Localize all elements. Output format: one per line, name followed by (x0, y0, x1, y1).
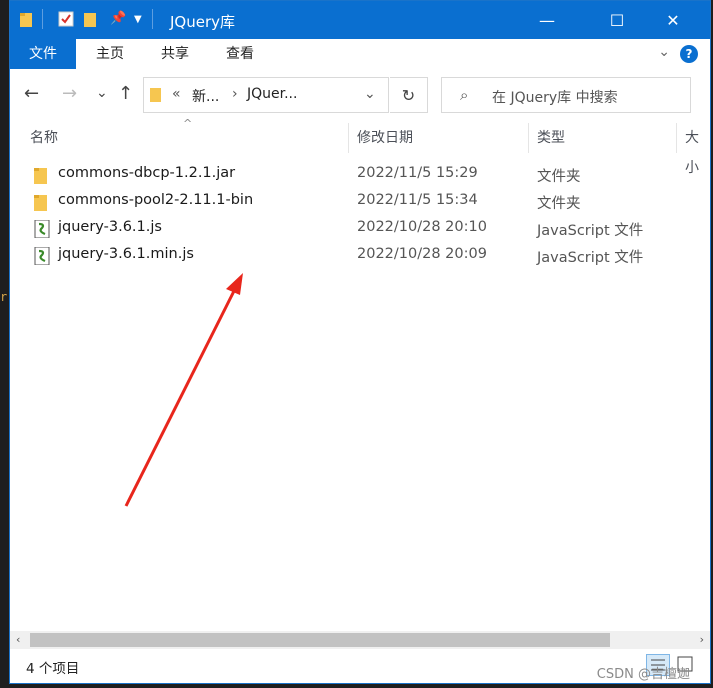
window-title: JQuery库 (170, 13, 236, 31)
file-date: 2022/10/28 20:10 (357, 219, 487, 235)
toolbar-separator (152, 9, 153, 29)
tab-file[interactable]: 文件 (10, 39, 76, 69)
item-count: 4 个项目 (26, 661, 80, 677)
file-type: JavaScript 文件 (537, 250, 644, 266)
breadcrumb-separator-chevron-icon: › (232, 86, 238, 102)
search-icon: ⌕ (460, 86, 469, 104)
column-header-type[interactable]: 类型 (537, 123, 565, 153)
file-type: JavaScript 文件 (537, 223, 644, 239)
navigation-bar: ← → ⌄ ↑ « 新... › JQuer... ⌄ ↻ ⌕ 在 JQuery… (10, 69, 710, 123)
recent-locations-button[interactable]: ⌄ (96, 85, 108, 101)
tab-view[interactable]: 查看 (212, 39, 268, 69)
forward-button[interactable]: → (62, 83, 77, 104)
file-row[interactable]: commons-dbcp-1.2.1.jar 2022/11/5 15:29 文… (10, 162, 710, 189)
folder-icon (150, 86, 162, 106)
explorer-window: 📌 ▼ JQuery库 — ☐ ✕ 文件 主页 共享 查看 ⌄ ? ← → ⌄ … (9, 0, 711, 684)
file-type: 文件夹 (537, 196, 581, 212)
scroll-left-arrow-icon[interactable]: ‹ (16, 631, 20, 649)
close-button[interactable]: ✕ (650, 1, 696, 39)
file-row[interactable]: jquery-3.6.1.js 2022/10/28 20:10 JavaScr… (10, 216, 710, 243)
file-name: commons-pool2-2.11.1-bin (58, 192, 254, 208)
address-dropdown-button[interactable]: ⌄ (364, 86, 376, 102)
sort-ascending-icon: ^ (183, 117, 193, 130)
file-name: jquery-3.6.1.min.js (58, 246, 194, 262)
minimize-button[interactable]: — (524, 1, 570, 39)
arrow-shaft (124, 290, 236, 507)
ribbon-tabs: 文件 主页 共享 查看 ⌄ ? (10, 39, 710, 70)
breadcrumb-overflow[interactable]: « (172, 86, 181, 102)
up-button[interactable]: ↑ (118, 83, 133, 104)
search-placeholder: 在 JQuery库 中搜索 (492, 90, 618, 106)
horizontal-scrollbar[interactable]: ‹ › (10, 631, 710, 649)
file-date: 2022/10/28 20:09 (357, 246, 487, 262)
file-row[interactable]: commons-pool2-2.11.1-bin 2022/11/5 15:34… (10, 189, 710, 216)
new-folder-icon[interactable] (84, 11, 98, 31)
file-type: 文件夹 (537, 169, 581, 185)
file-name: jquery-3.6.1.js (58, 219, 162, 235)
toolbar-separator (42, 9, 43, 29)
file-name: commons-dbcp-1.2.1.jar (58, 165, 236, 181)
script-file-icon (34, 246, 50, 269)
folder-icon (20, 11, 34, 31)
title-bar[interactable]: 📌 ▼ JQuery库 — ☐ ✕ (10, 1, 710, 39)
column-divider[interactable] (348, 123, 349, 153)
column-divider[interactable] (528, 123, 529, 153)
maximize-button[interactable]: ☐ (594, 1, 640, 39)
customize-toolbar-chevron-icon[interactable]: ▼ (134, 14, 142, 25)
background-editor-text: r (0, 290, 8, 304)
back-button[interactable]: ← (24, 83, 39, 104)
refresh-button[interactable]: ↻ (390, 77, 428, 113)
properties-icon[interactable] (58, 11, 74, 31)
folder-icon (34, 193, 48, 215)
column-divider[interactable] (676, 123, 677, 153)
scroll-right-arrow-icon[interactable]: › (700, 631, 704, 649)
expand-ribbon-chevron-icon[interactable]: ⌄ (658, 44, 670, 60)
search-box[interactable]: ⌕ 在 JQuery库 中搜索 (441, 77, 691, 113)
pin-icon[interactable]: 📌 (110, 11, 126, 26)
breadcrumb-item[interactable]: 新... (192, 86, 219, 106)
help-button[interactable]: ? (680, 45, 698, 63)
address-bar[interactable]: « 新... › JQuer... ⌄ (143, 77, 389, 113)
file-date: 2022/11/5 15:29 (357, 165, 478, 181)
tab-share[interactable]: 共享 (147, 39, 203, 69)
script-file-icon (34, 219, 50, 242)
file-date: 2022/11/5 15:34 (357, 192, 478, 208)
column-header-date[interactable]: 修改日期 (357, 123, 413, 153)
arrow-head (226, 273, 243, 295)
column-header-size[interactable]: 大小 (685, 123, 710, 176)
scrollbar-thumb[interactable] (30, 633, 610, 647)
tab-home[interactable]: 主页 (82, 39, 138, 69)
watermark: CSDN @吉檀迦 (596, 667, 690, 682)
folder-icon (34, 166, 48, 188)
file-row[interactable]: jquery-3.6.1.min.js 2022/10/28 20:09 Jav… (10, 243, 710, 270)
breadcrumb-item[interactable]: JQuer... (247, 86, 297, 102)
column-header-name[interactable]: 名称 (30, 123, 58, 153)
